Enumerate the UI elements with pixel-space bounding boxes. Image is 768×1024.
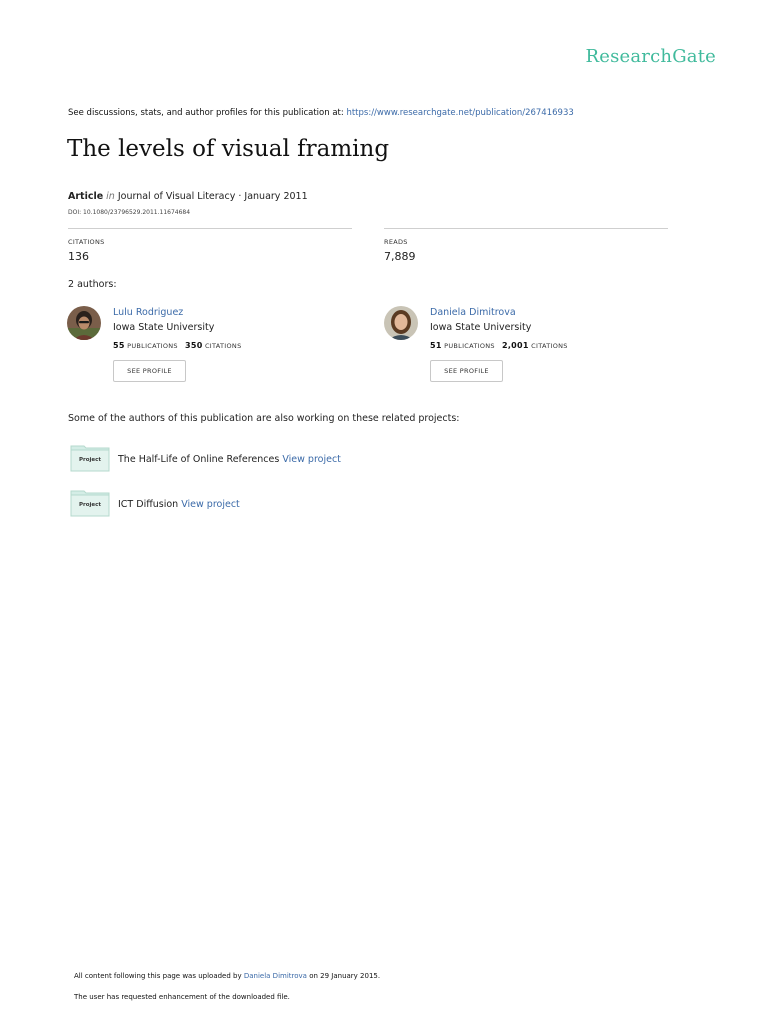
journal-date[interactable]: Journal of Visual Literacy · January 201… bbox=[118, 191, 308, 202]
project-badge: Project bbox=[78, 502, 102, 508]
view-project-link[interactable]: View project bbox=[181, 499, 240, 510]
project-folder-icon[interactable]: Project bbox=[70, 444, 110, 472]
author-card: Daniela Dimitrova Iowa State University … bbox=[384, 305, 684, 385]
project-name: ICT Diffusion bbox=[118, 499, 179, 510]
publication-title: The levels of visual framing bbox=[67, 136, 390, 162]
author-stats: 51 PUBLICATIONS 2,001 CITATIONS bbox=[430, 341, 568, 350]
projects-heading: Some of the authors of this publication … bbox=[68, 413, 460, 424]
author-stats: 55 PUBLICATIONS 350 CITATIONS bbox=[113, 341, 242, 350]
divider-citations bbox=[68, 228, 352, 229]
in-label: in bbox=[106, 191, 115, 202]
author-institution[interactable]: Iowa State University bbox=[430, 322, 531, 333]
author-publications-count: 51 bbox=[430, 341, 442, 350]
uploaded-prefix: All content following this page was uplo… bbox=[74, 972, 242, 980]
author-citations-label: CITATIONS bbox=[204, 342, 242, 350]
doi: DOI: 10.1080/23796529.2011.11674684 bbox=[68, 209, 191, 216]
avatar-photo-icon bbox=[67, 306, 101, 340]
author-citations-label: CITATIONS bbox=[531, 342, 568, 350]
see-profile-button[interactable]: SEE PROFILE bbox=[430, 360, 503, 382]
author-publications-count: 55 bbox=[113, 341, 125, 350]
reads-value: 7,889 bbox=[384, 250, 416, 263]
author-citations-count: 2,001 bbox=[501, 341, 529, 350]
project-text: The Half-Life of Online References View … bbox=[118, 454, 341, 465]
view-project-link[interactable]: View project bbox=[282, 454, 341, 465]
author-institution[interactable]: Iowa State University bbox=[113, 322, 214, 333]
project-badge: Project bbox=[78, 457, 102, 463]
uploaded-suffix: on 29 January 2015. bbox=[309, 972, 381, 980]
divider-reads bbox=[384, 228, 668, 229]
citations-label: CITATIONS bbox=[68, 238, 105, 246]
discussions-line: See discussions, stats, and author profi… bbox=[68, 108, 574, 118]
uploader-link[interactable]: Daniela Dimitrova bbox=[244, 972, 307, 980]
discussions-text: See discussions, stats, and author profi… bbox=[68, 108, 344, 118]
project-item: Project The Half-Life of Online Referenc… bbox=[70, 444, 470, 474]
authors-heading: 2 authors: bbox=[68, 279, 117, 290]
author-avatar[interactable] bbox=[67, 306, 101, 340]
researchgate-logo[interactable]: ResearchGate bbox=[585, 46, 716, 67]
project-folder-icon[interactable]: Project bbox=[70, 489, 110, 517]
author-publications-label: PUBLICATIONS bbox=[444, 342, 495, 350]
author-card: Lulu Rodriguez Iowa State University 55 … bbox=[67, 305, 367, 385]
citations-value: 136 bbox=[68, 250, 89, 263]
author-publications-label: PUBLICATIONS bbox=[127, 342, 178, 350]
project-item: Project ICT Diffusion View project bbox=[70, 489, 470, 519]
author-name[interactable]: Daniela Dimitrova bbox=[430, 307, 516, 318]
enhancement-note: The user has requested enhancement of th… bbox=[74, 993, 290, 1001]
uploaded-note: All content following this page was uplo… bbox=[74, 972, 380, 980]
publication-meta: Article in Journal of Visual Literacy · Ja… bbox=[68, 191, 308, 202]
author-citations-count: 350 bbox=[184, 341, 203, 350]
project-text: ICT Diffusion View project bbox=[118, 499, 240, 510]
project-name: The Half-Life of Online References bbox=[118, 454, 280, 465]
see-profile-button[interactable]: SEE PROFILE bbox=[113, 360, 186, 382]
publication-url-link[interactable]: https://www.researchgate.net/publication… bbox=[346, 108, 573, 118]
avatar-photo-icon bbox=[384, 306, 418, 340]
author-avatar[interactable] bbox=[384, 306, 418, 340]
reads-label: READS bbox=[384, 238, 408, 246]
publication-type: Article bbox=[68, 191, 104, 202]
author-name[interactable]: Lulu Rodriguez bbox=[113, 307, 183, 318]
